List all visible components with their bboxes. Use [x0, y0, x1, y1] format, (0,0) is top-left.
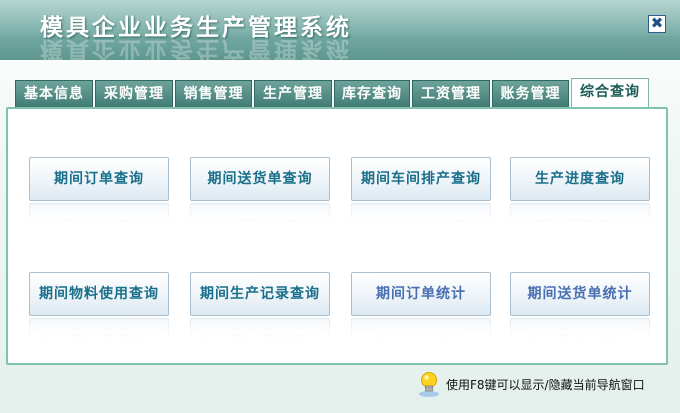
period-order-statistics-button[interactable]: 期间订单统计	[351, 272, 491, 316]
lightbulb-icon	[419, 372, 439, 397]
tab-comprehensive-query[interactable]: 综合查询	[571, 78, 649, 108]
period-delivery-query-button[interactable]: 期间送货单查询	[190, 157, 330, 201]
tab-sales[interactable]: 销售管理	[175, 80, 252, 108]
period-order-query-button[interactable]: 期间订单查询	[29, 157, 169, 201]
hint-text: 使用F8键可以显示/隐藏当前导航窗口	[446, 377, 645, 392]
navigation-hint: 使用F8键可以显示/隐藏当前导航窗口	[416, 370, 645, 398]
tab-accounting[interactable]: 账务管理	[492, 80, 569, 108]
tab-basic-info[interactable]: 基本信息	[15, 80, 93, 108]
tab-production[interactable]: 生产管理	[254, 80, 332, 108]
period-material-usage-query-button[interactable]: 期间物料使用查询	[29, 272, 169, 316]
tab-purchasing[interactable]: 采购管理	[95, 80, 173, 108]
production-progress-query-button[interactable]: 生产进度查询	[510, 157, 650, 201]
period-delivery-statistics-button[interactable]: 期间送货单统计	[510, 272, 650, 316]
close-button[interactable]: ✖	[648, 15, 666, 33]
query-panel: 期间订单查询 期间送货单查询 期间车间排产查询 生产进度查询 期间物料使用查询 …	[6, 107, 668, 365]
title-bar: 模具企业业务生产管理系统 模具企业业务生产管理系统 ✖	[0, 0, 680, 60]
tab-payroll[interactable]: 工资管理	[412, 80, 490, 108]
period-production-record-query-button[interactable]: 期间生产记录查询	[190, 272, 330, 316]
tab-bar: 基本信息 采购管理 销售管理 生产管理 库存查询 工资管理 账务管理 综合查询	[15, 78, 651, 108]
tab-inventory[interactable]: 库存查询	[334, 80, 410, 108]
close-icon: ✖	[650, 14, 664, 32]
period-workshop-schedule-query-button[interactable]: 期间车间排产查询	[351, 157, 491, 201]
